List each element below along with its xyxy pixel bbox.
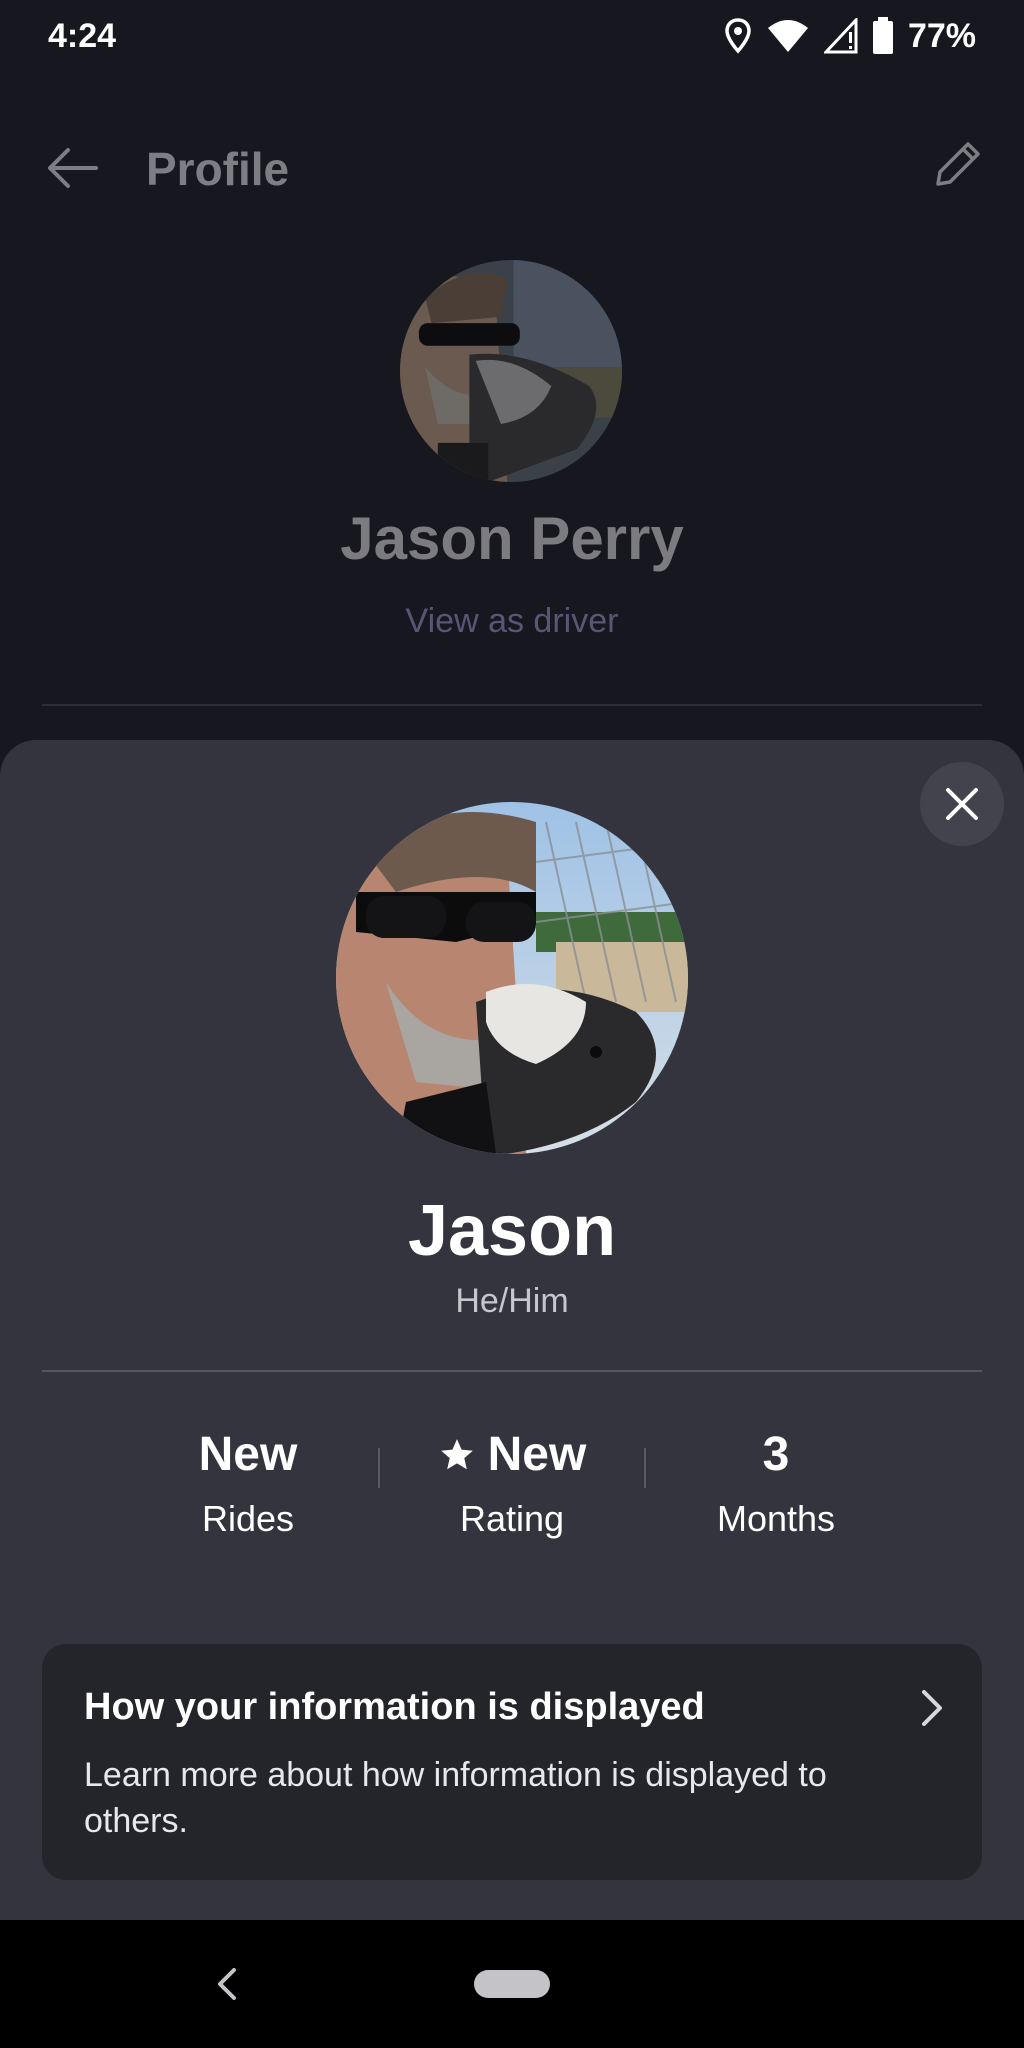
arrow-left-icon[interactable]: [44, 144, 100, 192]
close-icon: [946, 788, 978, 820]
battery-icon: [872, 17, 893, 54]
view-as-driver-link[interactable]: View as driver: [0, 602, 1024, 641]
info-display-card[interactable]: How your information is displayed Learn …: [42, 1644, 982, 1880]
battery-percentage: 77%: [907, 16, 976, 55]
page-title: Profile: [146, 143, 290, 195]
background-avatar: [400, 260, 622, 482]
stat-months: 3 Months: [644, 1420, 908, 1540]
profile-preview-sheet: Jason He/Him New Rides New Rating 3 Mont…: [0, 740, 1024, 1920]
avatar: [336, 802, 688, 1154]
home-pill-button[interactable]: [474, 1970, 550, 1998]
divider: [42, 1370, 982, 1372]
system-nav-bar: [0, 1920, 1024, 2048]
status-time: 4:24: [48, 16, 117, 55]
profile-name: Jason: [407, 1191, 617, 1271]
nav-back-icon[interactable]: [210, 1962, 244, 2006]
stat-label: Rides: [201, 1498, 295, 1539]
pencil-icon[interactable]: [930, 136, 986, 192]
stats-row: New Rides New Rating 3 Months: [0, 1420, 1024, 1560]
stat-value: 3: [762, 1428, 790, 1481]
stat-label: Rating: [459, 1498, 565, 1539]
info-card-body: Learn more about how information is disp…: [84, 1756, 827, 1840]
status-icons: 77%: [724, 17, 976, 56]
close-button[interactable]: [920, 762, 1004, 846]
background-full-name: Jason Perry: [340, 505, 684, 572]
stat-value: New: [380, 1420, 644, 1490]
status-bar: 4:24 77%: [0, 0, 1024, 72]
stat-value: New: [198, 1428, 298, 1481]
stat-rating: New Rating: [380, 1420, 644, 1540]
star-icon: [440, 1439, 473, 1470]
stat-rides: New Rides: [116, 1420, 380, 1540]
app-header: Profile: [0, 112, 1024, 222]
location-icon: [725, 18, 751, 54]
background-divider: [42, 704, 982, 706]
profile-page-background: Profile Jason Perry View as driver: [0, 72, 1024, 752]
wifi-icon: [767, 20, 808, 52]
pronouns: He/Him: [455, 1282, 569, 1320]
chevron-right-icon: [922, 1690, 942, 1726]
info-card-title: How your information is displayed: [84, 1686, 705, 1728]
stat-label: Months: [716, 1498, 836, 1539]
signal-icon: [823, 18, 858, 54]
